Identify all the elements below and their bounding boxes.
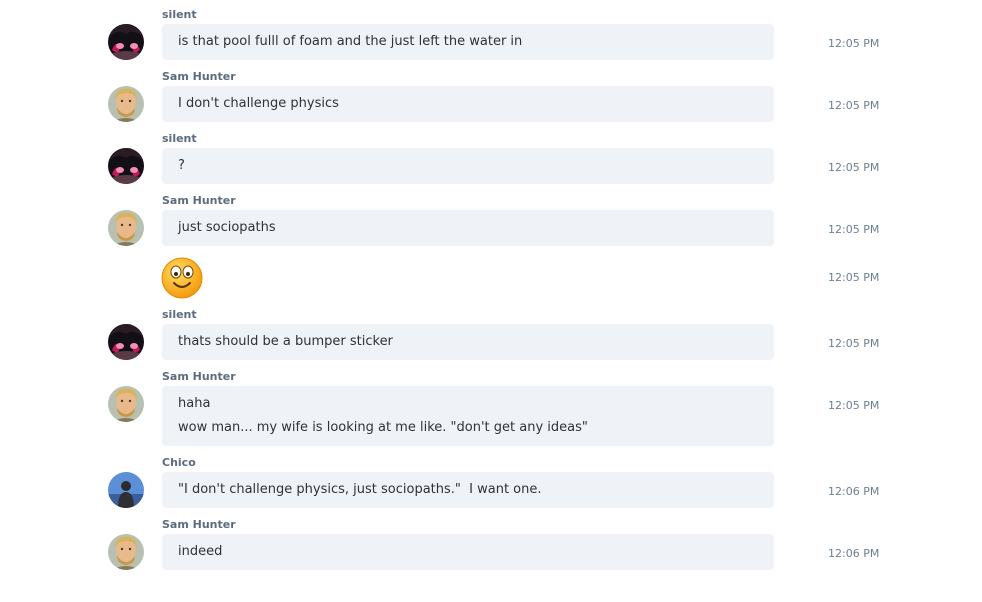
chat-message-list: silent is that pool fulll of foam and the… bbox=[0, 0, 982, 602]
message-timestamp: 12:06 PM bbox=[828, 485, 880, 498]
sender-name[interactable]: silent bbox=[162, 8, 197, 21]
message-bubble[interactable]: just sociopaths bbox=[162, 210, 774, 246]
message-text: "I don't challenge physics, just sociopa… bbox=[178, 482, 542, 497]
blond-man-avatar[interactable] bbox=[108, 386, 144, 422]
blue-sky-avatar[interactable] bbox=[108, 472, 144, 508]
message-bubble[interactable]: is that pool fulll of foam and the just … bbox=[162, 24, 774, 60]
message-text: haha bbox=[178, 396, 211, 411]
sender-name[interactable]: Sam Hunter bbox=[162, 70, 236, 83]
dark-anime-avatar[interactable] bbox=[108, 148, 144, 184]
message-timestamp: 12:05 PM bbox=[828, 223, 880, 236]
message-bubble[interactable]: I don't challenge physics bbox=[162, 86, 774, 122]
dark-anime-avatar[interactable] bbox=[108, 24, 144, 60]
message-timestamp: 12:05 PM bbox=[828, 99, 880, 112]
message-timestamp: 12:05 PM bbox=[828, 271, 880, 284]
message-timestamp: 12:05 PM bbox=[828, 161, 880, 174]
sender-name[interactable]: Sam Hunter bbox=[162, 370, 236, 383]
message-text: is that pool fulll of foam and the just … bbox=[178, 34, 523, 49]
message-timestamp: 12:05 PM bbox=[828, 337, 880, 350]
smile-emoticon-icon bbox=[161, 257, 203, 299]
message-text: thats should be a bumper sticker bbox=[178, 334, 393, 349]
message-text: just sociopaths bbox=[178, 220, 276, 235]
sender-name[interactable]: Sam Hunter bbox=[162, 518, 236, 531]
message-timestamp: 12:05 PM bbox=[828, 37, 880, 50]
blond-man-avatar[interactable] bbox=[108, 86, 144, 122]
sender-name[interactable]: Sam Hunter bbox=[162, 194, 236, 207]
message-bubble[interactable]: haha wow man... my wife is looking at me … bbox=[162, 386, 774, 446]
message-bubble[interactable]: ? bbox=[162, 148, 774, 184]
message-text: wow man... my wife is looking at me like… bbox=[178, 420, 588, 435]
message-bubble[interactable]: "I don't challenge physics, just sociopa… bbox=[162, 472, 774, 508]
sender-name[interactable]: Chico bbox=[162, 456, 196, 469]
message-timestamp: 12:05 PM bbox=[828, 399, 880, 412]
message-bubble[interactable]: indeed bbox=[162, 534, 774, 570]
message-text: ? bbox=[178, 158, 185, 173]
blond-man-avatar[interactable] bbox=[108, 210, 144, 246]
message-text: I don't challenge physics bbox=[178, 96, 339, 111]
blond-man-avatar[interactable] bbox=[108, 534, 144, 570]
message-bubble[interactable]: thats should be a bumper sticker bbox=[162, 324, 774, 360]
dark-anime-avatar[interactable] bbox=[108, 324, 144, 360]
sender-name[interactable]: silent bbox=[162, 132, 197, 145]
sender-name[interactable]: silent bbox=[162, 308, 197, 321]
message-timestamp: 12:06 PM bbox=[828, 547, 880, 560]
message-text: indeed bbox=[178, 544, 223, 559]
